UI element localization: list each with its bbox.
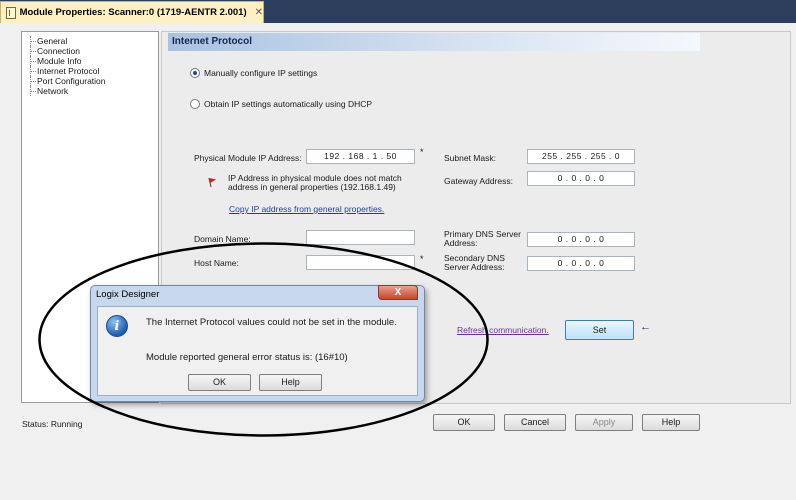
copy-ip-link[interactable]: Copy IP address from general properties. [229,204,384,214]
subnet-field[interactable]: 255 . 255 . 255 . 0 [527,149,635,164]
tree-item-network[interactable]: Network [30,86,158,96]
manual-ip-radio[interactable] [190,68,200,78]
tree-item-port-configuration[interactable]: Port Configuration [30,76,158,86]
dhcp-radio[interactable] [190,99,200,109]
gateway-field[interactable]: 0 . 0 . 0 . 0 [527,171,635,186]
set-arrow-icon: ← [640,321,651,333]
tab-title: Module Properties: Scanner:0 (1719-AENTR… [19,7,247,18]
secondary-dns-field[interactable]: 0 . 0 . 0 . 0 [527,256,635,271]
warning-line-2: address in general properties (192.168.1… [228,182,396,192]
tree-item-connection[interactable]: Connection [30,46,158,56]
tab-module-properties[interactable]: Module Properties: Scanner:0 (1719-AENTR… [0,1,264,23]
physical-ip-label: Physical Module IP Address: [194,153,302,163]
module-properties-icon [6,6,16,19]
annotation-ellipse [38,242,489,437]
section-title: Internet Protocol [168,33,700,51]
set-button[interactable]: Set [565,320,634,340]
gateway-label: Gateway Address: [444,176,513,186]
red-flag-icon [208,177,216,187]
required-asterisk: * [420,147,424,157]
help-button[interactable]: Help [642,414,700,431]
close-icon[interactable]: ✕ [255,7,263,18]
manual-ip-label: Manually configure IP settings [204,68,318,78]
tree-item-general[interactable]: General [30,36,158,46]
tree-item-module-info[interactable]: Module Info [30,56,158,66]
cancel-button[interactable]: Cancel [504,414,566,431]
tree-item-internet-protocol[interactable]: Internet Protocol [30,66,158,76]
subnet-label: Subnet Mask: [444,153,496,163]
physical-ip-field[interactable]: 192 . 168 . 1 . 50 [306,149,415,164]
primary-dns-field[interactable]: 0 . 0 . 0 . 0 [527,232,635,247]
apply-button[interactable]: Apply [575,414,633,431]
dhcp-label: Obtain IP settings automatically using D… [204,99,373,109]
